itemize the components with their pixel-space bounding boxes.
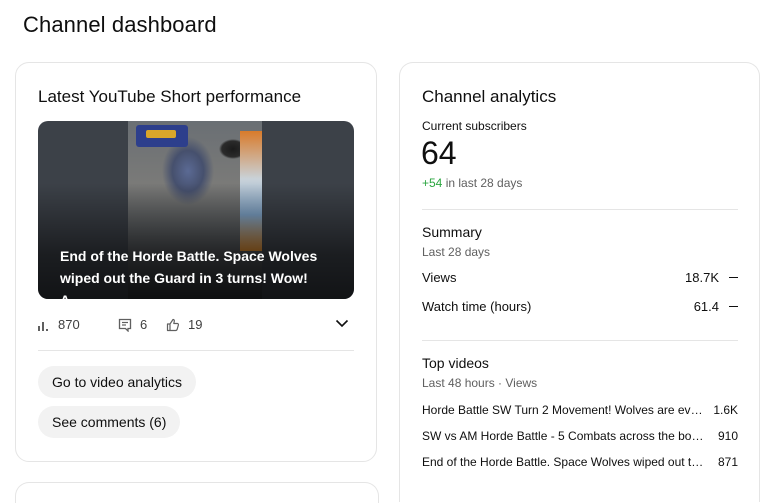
channel-analytics-heading: Channel analytics <box>422 87 557 106</box>
top-videos-period: Last 48 hours · Views <box>422 376 538 390</box>
subscribers-label: Current subscribers <box>422 119 527 133</box>
likes-stat: 19 <box>166 317 202 332</box>
chevron-down-icon <box>334 318 350 335</box>
top-video-row[interactable]: SW vs AM Horde Battle - 5 Combats across… <box>422 429 738 443</box>
summary-row-label: Views <box>422 270 457 285</box>
trend-dash-icon <box>729 276 738 279</box>
latest-short-heading: Latest YouTube Short performance <box>38 87 302 106</box>
summary-row-views: Views 18.7K <box>422 270 738 285</box>
views-stat: 870 <box>38 317 80 332</box>
latest-short-card: Latest YouTube Short performance End of … <box>15 62 377 462</box>
summary-row-label: Watch time (hours) <box>422 299 532 314</box>
thumbs-up-icon <box>166 318 180 332</box>
subscribers-change-period: in last 28 days <box>442 176 523 190</box>
divider <box>38 350 354 351</box>
top-video-views: 910 <box>717 429 738 443</box>
comments-stat: 6 <box>118 317 147 332</box>
summary-row-watch-time: Watch time (hours) 61.4 <box>422 299 738 314</box>
trend-dash-icon <box>729 305 738 308</box>
top-video-views: 871 <box>717 455 738 469</box>
expand-stats-button[interactable] <box>334 315 350 336</box>
top-video-title: End of the Horde Battle. Space Wolves wi… <box>422 455 704 469</box>
subscribers-change-value: +54 <box>422 176 443 190</box>
subscribers-count: 64 <box>421 135 457 171</box>
comment-icon <box>118 318 132 332</box>
top-video-row[interactable]: Horde Battle SW Turn 2 Movement! Wolves … <box>422 403 738 417</box>
divider <box>422 209 738 210</box>
top-videos-title: Top videos <box>422 355 489 371</box>
summary-row-value: 18.7K <box>685 270 719 285</box>
likes-count: 19 <box>188 317 203 332</box>
views-count: 870 <box>58 317 80 332</box>
bar-chart-icon <box>38 319 50 331</box>
go-to-video-analytics-button[interactable]: Go to video analytics <box>38 366 196 398</box>
summary-period: Last 28 days <box>422 245 491 259</box>
divider <box>422 340 738 341</box>
comments-count: 6 <box>140 317 148 332</box>
summary-title: Summary <box>422 224 482 240</box>
channel-analytics-card: Channel analytics Current subscribers 64… <box>399 62 760 502</box>
page-title: Channel dashboard <box>23 12 217 37</box>
next-card <box>15 482 379 503</box>
top-video-title: SW vs AM Horde Battle - 5 Combats across… <box>422 429 704 443</box>
subscribers-change: +54 in last 28 days <box>422 176 522 190</box>
top-video-views: 1.6K <box>713 403 738 417</box>
short-thumbnail[interactable]: End of the Horde Battle. Space Wolves wi… <box>38 121 354 299</box>
short-title: End of the Horde Battle. Space Wolves wi… <box>60 248 318 299</box>
summary-row-value: 61.4 <box>693 299 719 314</box>
top-video-row[interactable]: End of the Horde Battle. Space Wolves wi… <box>422 455 738 469</box>
see-comments-button[interactable]: See comments (6) <box>38 406 181 438</box>
top-video-title: Horde Battle SW Turn 2 Movement! Wolves … <box>422 403 704 417</box>
